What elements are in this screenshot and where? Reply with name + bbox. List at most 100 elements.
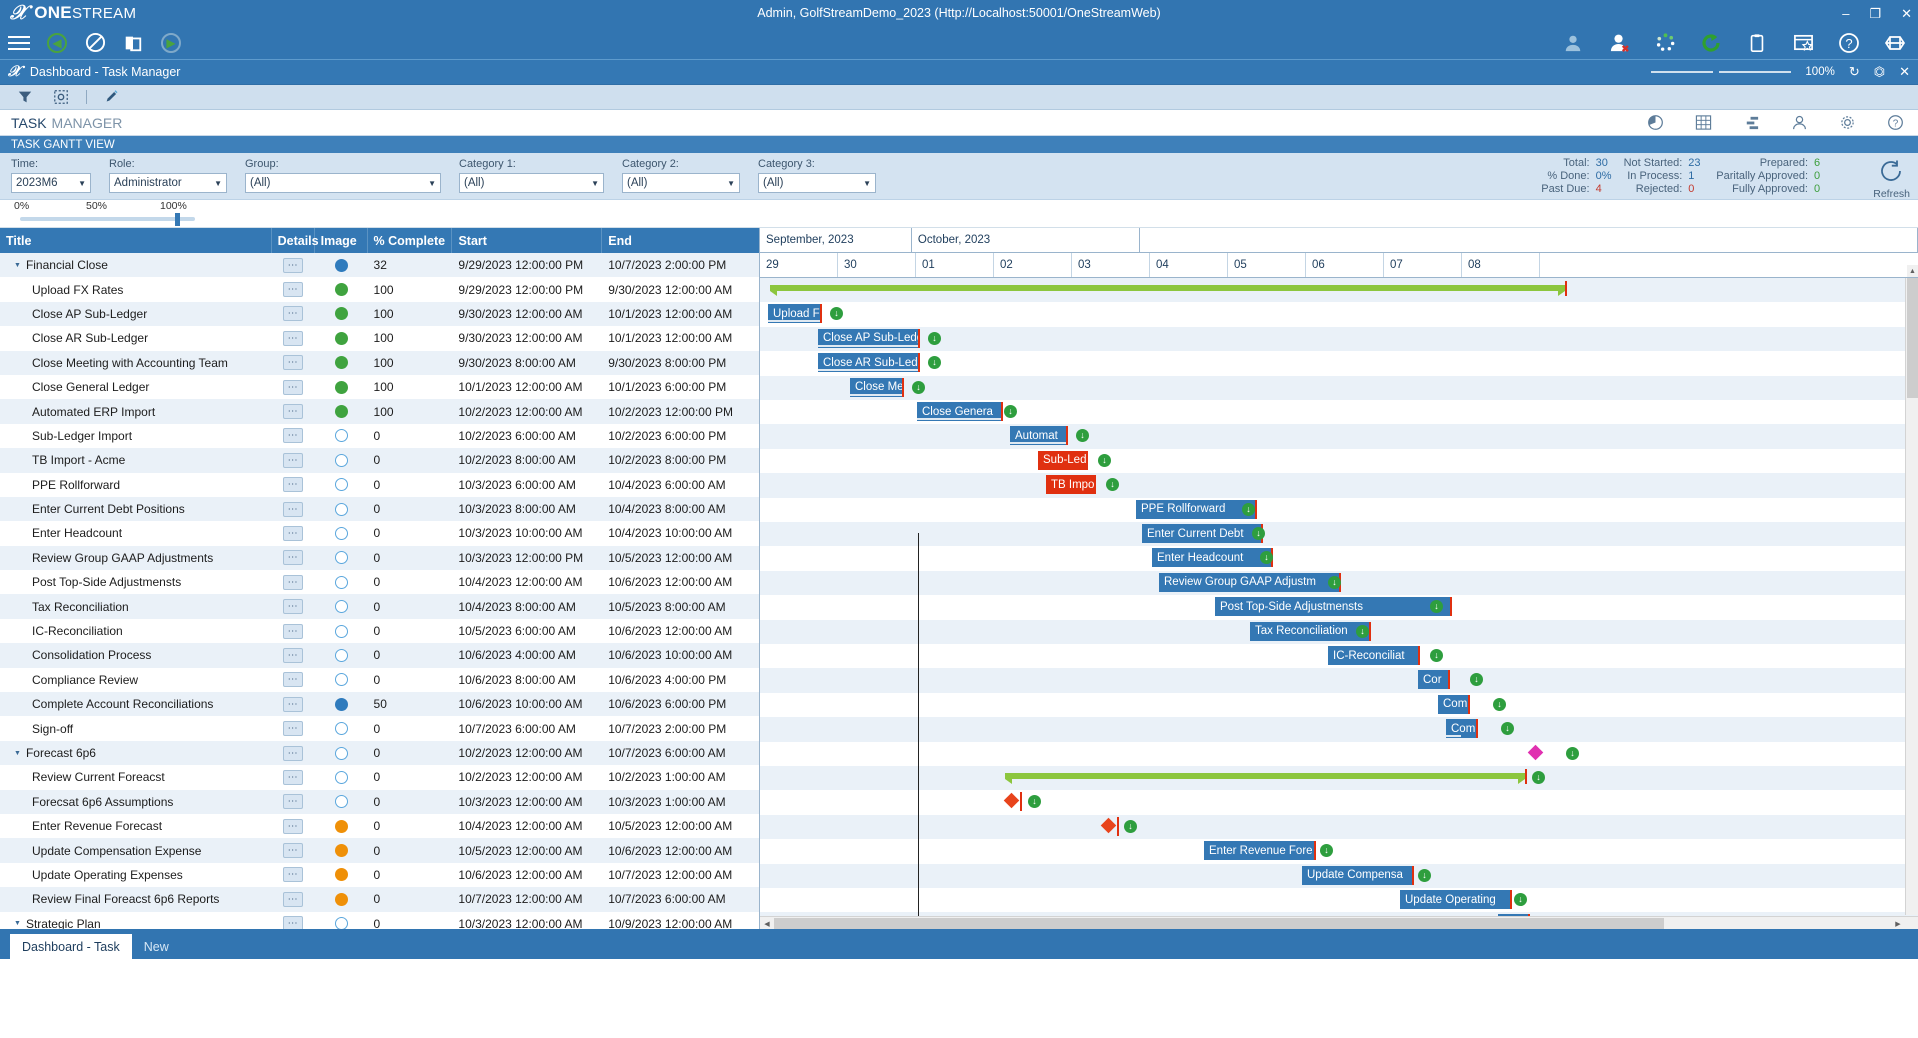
download-action-icon[interactable]: ↓ — [1328, 575, 1341, 589]
copy-pages-icon[interactable] — [122, 32, 144, 54]
details-button[interactable]: ⋯ — [283, 623, 304, 639]
task-bar[interactable]: Enter Current Debt — [1142, 524, 1261, 543]
popout-icon[interactable]: ⏣ — [1874, 64, 1885, 80]
task-bar[interactable]: Sub-Led — [1038, 450, 1086, 470]
details-button[interactable]: ⋯ — [283, 794, 304, 810]
table-row[interactable]: Update Compensation Expense ⋯ 0 10/5/2023 1… — [0, 838, 759, 863]
details-button[interactable]: ⋯ — [283, 428, 304, 444]
restore-icon[interactable]: ↻ — [1849, 64, 1860, 80]
details-button[interactable]: ⋯ — [283, 257, 304, 273]
close-icon[interactable]: ✕ — [1899, 64, 1910, 80]
user-view-icon[interactable] — [1788, 112, 1810, 134]
details-button[interactable]: ⋯ — [283, 818, 304, 834]
task-bar[interactable]: Close Genera — [917, 402, 1001, 421]
table-row[interactable]: IC-Reconciliation ⋯ 0 10/5/2023 6:00:00 AM 1… — [0, 619, 759, 643]
maximize-button[interactable]: ❐ — [1869, 7, 1881, 20]
table-row[interactable]: Forecsat 6p6 Assumptions ⋯ 0 10/3/2023 12:0… — [0, 789, 759, 814]
details-button[interactable]: ⋯ — [283, 696, 304, 712]
download-action-icon[interactable]: ↓ — [1124, 819, 1137, 833]
table-row[interactable]: Review Current Foreacst ⋯ 0 10/2/2023 12:00… — [0, 765, 759, 789]
download-action-icon[interactable]: ↓ — [1356, 624, 1369, 638]
download-action-icon[interactable]: ↓ — [1242, 502, 1255, 516]
pencil-edit-icon[interactable] — [101, 86, 123, 108]
details-button[interactable]: ⋯ — [283, 599, 304, 615]
settings-gear-icon[interactable] — [1836, 112, 1858, 134]
task-bar[interactable]: Close AP Sub-Ledg — [818, 328, 918, 348]
col-header-title[interactable]: Title — [0, 228, 272, 253]
col-header-end[interactable]: End — [602, 228, 759, 253]
download-action-icon[interactable]: ↓ — [1566, 746, 1579, 760]
table-row[interactable]: Enter Current Debt Positions ⋯ 0 10/3/2023 … — [0, 496, 759, 522]
bottom-tab-1[interactable]: New — [132, 934, 181, 959]
table-row[interactable]: Review Group GAAP Adjustments ⋯ 0 10/3/2023… — [0, 545, 759, 571]
table-row[interactable]: Automated ERP Import ⋯ 100 10/2/2023 12:00:… — [0, 399, 759, 424]
marquee-select-icon[interactable] — [50, 86, 72, 108]
refresh-green-icon[interactable] — [1700, 32, 1722, 54]
task-bar[interactable]: Comp — [1438, 694, 1468, 714]
table-row[interactable]: Close AP Sub-Ledger ⋯ 100 9/30/2023 12:00:0… — [0, 301, 759, 327]
table-row[interactable]: Close General Ledger ⋯ 100 10/1/2023 12:00:… — [0, 375, 759, 399]
summary-bar[interactable] — [1005, 773, 1525, 784]
expand-caret-icon[interactable]: ▼ — [14, 262, 21, 269]
details-button[interactable]: ⋯ — [283, 916, 304, 929]
task-bar[interactable]: Automat — [1010, 426, 1066, 446]
table-row[interactable]: Close AR Sub-Ledger ⋯ 100 9/30/2023 12:00:0… — [0, 326, 759, 350]
table-row[interactable]: ▼ Strategic Plan ⋯ 0 10/3/2023 12:00:00 AM 10… — [0, 912, 759, 929]
details-button[interactable]: ⋯ — [283, 550, 304, 566]
details-button[interactable]: ⋯ — [283, 647, 304, 663]
task-bar[interactable]: Post Top-Side Adjustmensts — [1215, 597, 1450, 617]
download-action-icon[interactable]: ↓ — [1252, 527, 1265, 540]
task-bar[interactable]: Com — [1446, 719, 1476, 739]
details-button[interactable]: ⋯ — [283, 891, 304, 907]
horizontal-scrollbar[interactable]: ◀ ▶ — [760, 916, 1918, 929]
task-bar[interactable]: Enter Revenue Fore — [1204, 841, 1314, 861]
download-action-icon[interactable]: ↓ — [1493, 697, 1506, 711]
details-button[interactable]: ⋯ — [283, 330, 304, 346]
vertical-scrollbar[interactable]: ▲ ▼ — [1905, 265, 1918, 928]
task-bar[interactable]: Review Group GAAP Adjustm — [1159, 572, 1339, 592]
download-action-icon[interactable]: ↓ — [928, 331, 941, 345]
details-button[interactable]: ⋯ — [283, 404, 304, 420]
document-zoom-slider[interactable] — [1651, 71, 1792, 73]
table-row[interactable]: Tax Reconciliation ⋯ 0 10/4/2023 8:00:00 AM… — [0, 594, 759, 619]
table-row[interactable]: Complete Account Reconciliations ⋯ 50 10/6/… — [0, 692, 759, 717]
details-button[interactable]: ⋯ — [283, 574, 304, 590]
clipboard-icon[interactable] — [1746, 32, 1768, 54]
table-row[interactable]: Upload FX Rates ⋯ 100 9/29/2023 12:00:00 PM… — [0, 277, 759, 301]
table-row[interactable]: Close Meeting with Accounting Team ⋯ 100 9/… — [0, 350, 759, 375]
filter-select-4[interactable]: (All) ▼ — [622, 173, 740, 193]
task-bar[interactable]: Tax Reconciliation — [1250, 621, 1369, 641]
refresh-button[interactable]: Refresh — [1873, 159, 1910, 200]
details-button[interactable]: ⋯ — [283, 477, 304, 493]
details-button[interactable]: ⋯ — [283, 379, 304, 395]
col-header-details[interactable]: Details — [272, 228, 319, 253]
filter-select-0[interactable]: 2023M6 ▼ — [11, 173, 91, 193]
gantt-zoom-thumb[interactable] — [175, 213, 180, 226]
pie-chart-icon[interactable] — [1644, 112, 1666, 134]
vertical-scroll-thumb[interactable] — [1907, 278, 1918, 398]
filter-select-3[interactable]: (All) ▼ — [459, 173, 604, 193]
cancel-navigation-icon[interactable] — [84, 32, 106, 54]
filter-select-1[interactable]: Administrator ▼ — [109, 173, 227, 193]
table-row[interactable]: Sub-Ledger Import ⋯ 0 10/2/2023 6:00:00 AM 1… — [0, 424, 759, 448]
table-row[interactable]: Enter Headcount ⋯ 0 10/3/2023 10:00:00 AM 10… — [0, 521, 759, 545]
gantt-view-icon[interactable] — [1740, 112, 1762, 134]
download-action-icon[interactable]: ↓ — [1418, 868, 1431, 882]
col-header-start[interactable]: Start — [452, 228, 603, 253]
details-button[interactable]: ⋯ — [283, 843, 304, 859]
table-row[interactable]: PPE Rollforward ⋯ 0 10/3/2023 6:00:00 AM 10/… — [0, 473, 759, 497]
filter-icon[interactable] — [14, 86, 36, 108]
details-button[interactable]: ⋯ — [283, 501, 304, 517]
gantt-zoom-track[interactable] — [20, 217, 195, 221]
col-header-image[interactable]: Image — [315, 228, 368, 253]
back-arrow-icon[interactable]: ◀ — [46, 32, 68, 54]
table-row[interactable]: Enter Revenue Forecast ⋯ 0 10/4/2023 12:00:… — [0, 814, 759, 838]
task-bar[interactable]: Update Operating — [1400, 890, 1510, 909]
download-action-icon[interactable]: ↓ — [1430, 649, 1443, 662]
filter-select-2[interactable]: (All) ▼ — [245, 173, 441, 193]
details-button[interactable]: ⋯ — [283, 282, 304, 298]
download-action-icon[interactable]: ↓ — [912, 380, 925, 394]
filter-select-5[interactable]: (All) ▼ — [758, 173, 876, 193]
details-button[interactable]: ⋯ — [283, 721, 304, 737]
download-action-icon[interactable]: ↓ — [1532, 771, 1545, 784]
